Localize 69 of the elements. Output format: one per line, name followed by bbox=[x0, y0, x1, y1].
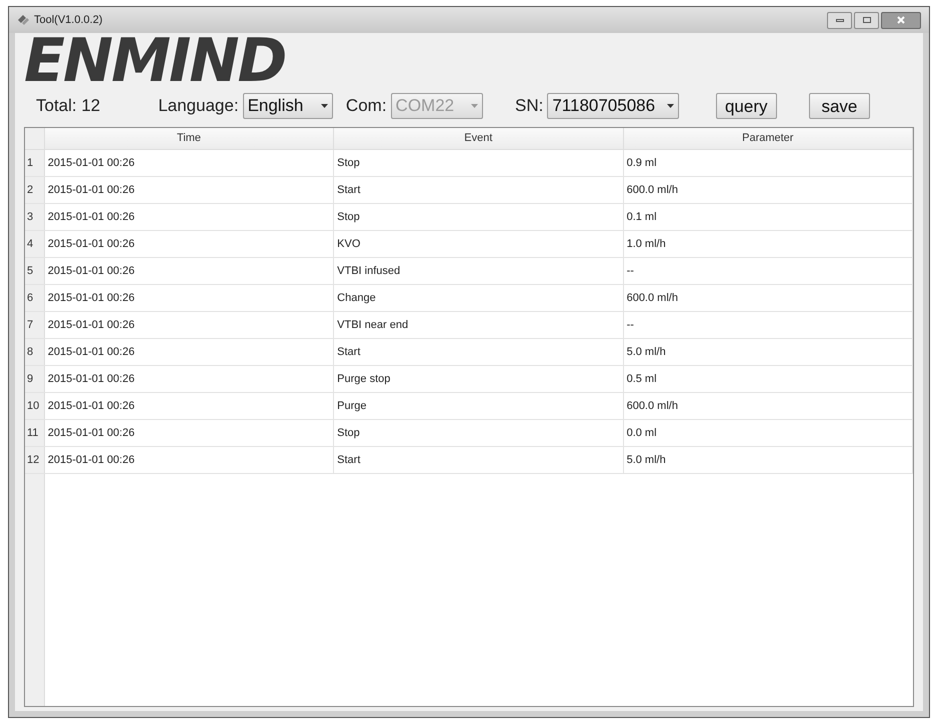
table-cell: Start bbox=[334, 447, 624, 473]
table-cell: VTBI infused bbox=[334, 258, 624, 284]
table-cell: Purge stop bbox=[334, 366, 624, 392]
table-cell: Stop bbox=[334, 420, 624, 446]
close-icon bbox=[897, 16, 905, 24]
table-cell: 2015-01-01 00:26 bbox=[44, 420, 334, 446]
table-cell: KVO bbox=[334, 231, 624, 257]
table-cell: 2015-01-01 00:26 bbox=[44, 447, 334, 473]
table-cell: 2015-01-01 00:26 bbox=[44, 312, 334, 338]
column-header[interactable]: Parameter bbox=[624, 128, 914, 149]
table-cell: 0.9 ml bbox=[624, 150, 913, 176]
table-cell: Change bbox=[334, 285, 624, 311]
table-cell: 2015-01-01 00:26 bbox=[44, 177, 334, 203]
column-header[interactable]: Event bbox=[334, 128, 624, 149]
maximize-button[interactable] bbox=[854, 12, 879, 28]
table-cell: Stop bbox=[334, 150, 624, 176]
table-cell: Start bbox=[334, 339, 624, 365]
row-number: 10 bbox=[25, 393, 45, 419]
table-cell: 2015-01-01 00:26 bbox=[44, 366, 334, 392]
window-title: Tool(V1.0.0.2) bbox=[34, 12, 104, 28]
action-button[interactable]: query bbox=[716, 93, 777, 119]
table-cell: 0.5 ml bbox=[624, 366, 913, 392]
row-number: 6 bbox=[25, 285, 45, 311]
row-number: 11 bbox=[25, 420, 45, 446]
caret-icon bbox=[667, 104, 674, 108]
row-number: 5 bbox=[25, 258, 45, 284]
row-number: 3 bbox=[25, 204, 45, 230]
table-cell: Purge bbox=[334, 393, 624, 419]
table-cell: 600.0 ml/h bbox=[624, 393, 913, 419]
logo: ENMIND bbox=[24, 33, 286, 89]
close-button[interactable] bbox=[881, 12, 921, 28]
table-cell: 0.1 ml bbox=[624, 204, 913, 230]
table-cell: VTBI near end bbox=[334, 312, 624, 338]
table-cell: 0.0 ml bbox=[624, 420, 913, 446]
table-cell: Stop bbox=[334, 204, 624, 230]
table-cell: 2015-01-01 00:26 bbox=[44, 231, 334, 257]
caret-icon bbox=[470, 104, 478, 108]
row-number: 4 bbox=[25, 231, 45, 257]
table-cell: 5.0 ml/h bbox=[624, 339, 913, 365]
caret-icon bbox=[320, 104, 328, 108]
field-label: SN: bbox=[515, 95, 544, 118]
row-number: 12 bbox=[25, 447, 45, 473]
table-cell: 2015-01-01 00:26 bbox=[44, 258, 334, 284]
table-cell: 2015-01-01 00:26 bbox=[44, 204, 334, 230]
row-number: 7 bbox=[25, 312, 45, 338]
field-label: Language: bbox=[158, 95, 239, 118]
table-cell: 600.0 ml/h bbox=[624, 285, 913, 311]
table-cell: 2015-01-01 00:26 bbox=[44, 339, 334, 365]
dropdown[interactable]: English bbox=[242, 93, 333, 119]
row-number: 1 bbox=[25, 150, 45, 176]
row-number: 8 bbox=[25, 339, 45, 365]
minimize-button[interactable] bbox=[827, 12, 852, 28]
table-cell: -- bbox=[624, 258, 913, 284]
column-header[interactable]: Time bbox=[44, 128, 334, 149]
row-number: 9 bbox=[25, 366, 45, 392]
table-cell: 1.0 ml/h bbox=[624, 231, 913, 257]
table-cell: 5.0 ml/h bbox=[624, 447, 913, 473]
table-cell: 2015-01-01 00:26 bbox=[44, 285, 334, 311]
field-label: Com: bbox=[346, 95, 387, 118]
total-count: Total: 12 bbox=[36, 95, 102, 118]
app-icon bbox=[17, 14, 30, 26]
action-button[interactable]: save bbox=[808, 93, 870, 119]
table-cell: Start bbox=[334, 177, 624, 203]
dropdown[interactable]: 71180705086 bbox=[547, 93, 680, 119]
table-cell: 2015-01-01 00:26 bbox=[44, 150, 334, 176]
table-cell: 2015-01-01 00:26 bbox=[44, 393, 334, 419]
table-cell: -- bbox=[624, 312, 913, 338]
row-number: 2 bbox=[25, 177, 45, 203]
table-cell: 600.0 ml/h bbox=[624, 177, 913, 203]
